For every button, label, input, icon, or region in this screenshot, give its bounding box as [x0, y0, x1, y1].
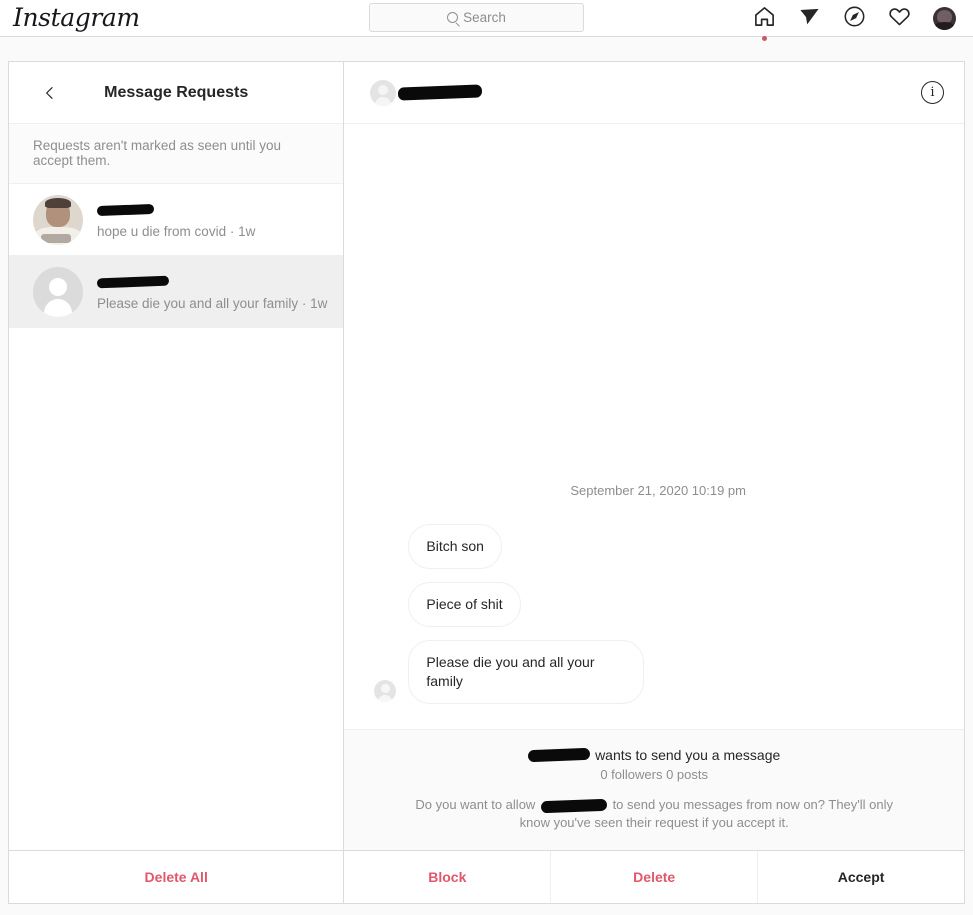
message-bubble: Bitch son: [408, 524, 502, 569]
accept-button[interactable]: Accept: [757, 851, 964, 903]
sender-avatar: [374, 680, 397, 702]
avatar: [33, 266, 83, 317]
chevron-left-icon[interactable]: [39, 82, 61, 104]
conversation-username-redacted[interactable]: [398, 84, 921, 101]
info-circle-icon[interactable]: i: [921, 81, 944, 104]
message-row: Bitch son: [374, 524, 942, 569]
request-stats: 0 followers 0 posts: [600, 767, 709, 782]
message-bubble: Please die you and all your family: [408, 640, 645, 704]
nav-icon-group: [753, 0, 956, 41]
request-headline: wants to send you a message: [414, 747, 894, 763]
request-question: Do you want to allow to send you message…: [414, 796, 894, 832]
home-notification-dot: [762, 35, 767, 41]
sidebar-header: Message Requests: [9, 62, 344, 124]
message-requests-sidebar: Message Requests Requests aren't marked …: [9, 62, 345, 903]
message-row: Piece of shit: [374, 582, 942, 627]
activity-heart-icon[interactable]: [888, 5, 911, 33]
explore-compass-icon[interactable]: [843, 5, 866, 33]
avatar-gutter: [374, 680, 408, 704]
direct-paper-plane-icon[interactable]: [798, 5, 821, 33]
conversation-header: i: [344, 62, 964, 124]
message-row: Please die you and all your family: [374, 640, 942, 704]
requests-notice: Requests aren't marked as seen until you…: [9, 124, 344, 184]
search-input[interactable]: Search: [369, 3, 584, 32]
message-thread: September 21, 2020 10:19 pm Bitch son Pi…: [344, 124, 964, 729]
request-action-bar: Block Delete Accept: [344, 850, 964, 903]
search-icon: [447, 12, 459, 23]
instagram-logo[interactable]: Instagram: [13, 3, 140, 32]
request-question-prefix: Do you want to allow: [415, 797, 536, 812]
message-bubble: Piece of shit: [408, 582, 521, 627]
list-item-body: Please die you and all your family · 1w: [96, 272, 328, 311]
delete-all-button[interactable]: Delete All: [145, 869, 208, 885]
request-prompt: wants to send you a message 0 followers …: [344, 729, 964, 850]
inbox-panel: Message Requests Requests aren't marked …: [8, 61, 965, 904]
request-list: hope u die from covid · 1w Please die yo…: [9, 184, 344, 850]
block-button[interactable]: Block: [344, 851, 550, 903]
list-item[interactable]: Please die you and all your family · 1w: [9, 256, 344, 328]
info-glyph: i: [930, 85, 935, 100]
conversation-pane: i September 21, 2020 10:19 pm Bitch son …: [344, 62, 964, 903]
home-icon[interactable]: [753, 5, 776, 41]
list-item[interactable]: hope u die from covid · 1w: [9, 184, 344, 256]
list-item-preview: Please die you and all your family · 1w: [97, 296, 328, 311]
delete-button[interactable]: Delete: [550, 851, 757, 903]
avatar: [33, 194, 83, 245]
request-headline-text: wants to send you a message: [595, 747, 781, 763]
delete-all-bar: Delete All: [9, 850, 344, 903]
date-separator: September 21, 2020 10:19 pm: [570, 483, 746, 498]
username-redacted: [96, 200, 327, 220]
top-navigation-bar: Instagram Search: [0, 0, 973, 41]
list-item-body: hope u die from covid · 1w: [96, 200, 327, 239]
list-item-preview: hope u die from covid · 1w: [97, 224, 256, 239]
profile-avatar[interactable]: [933, 7, 956, 30]
avatar[interactable]: [370, 79, 397, 106]
search-placeholder: Search: [463, 10, 506, 25]
username-redacted: [96, 272, 327, 292]
